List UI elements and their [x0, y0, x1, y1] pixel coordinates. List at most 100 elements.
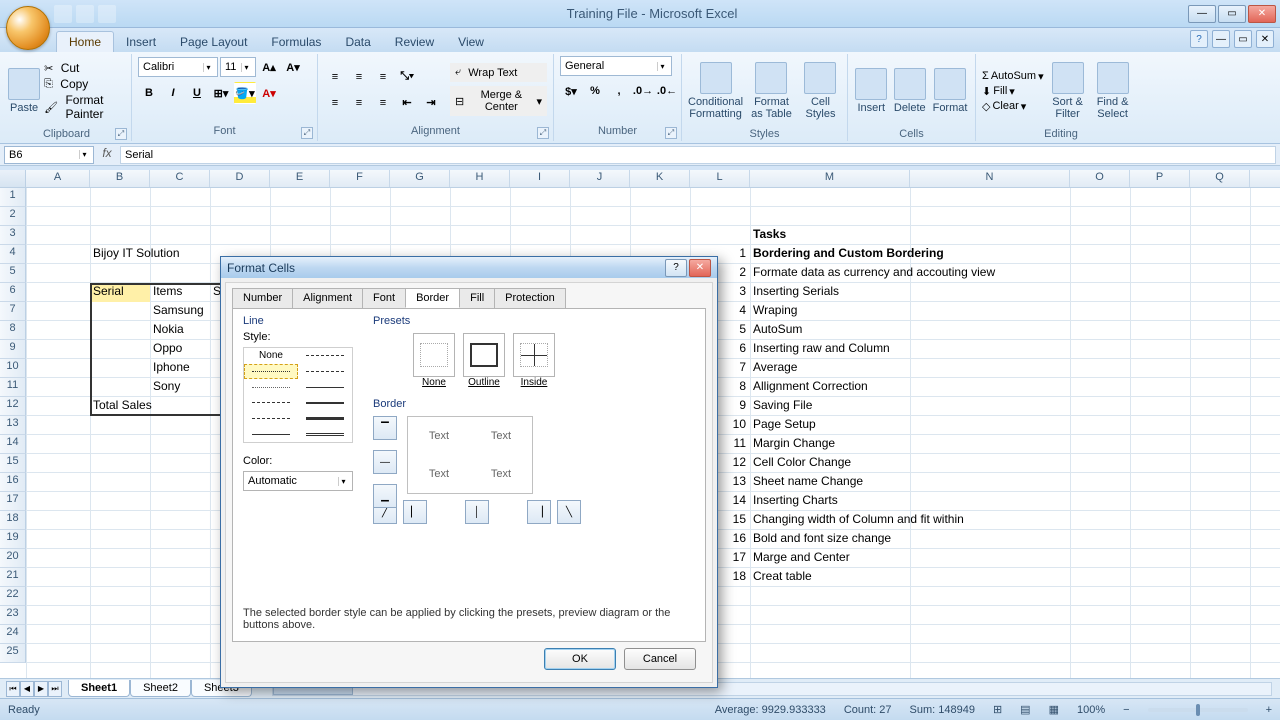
- ribbon-restore-button[interactable]: ▭: [1234, 30, 1252, 48]
- border-preview[interactable]: Text Text Text Text: [407, 416, 533, 494]
- percent-button[interactable]: %: [584, 80, 606, 102]
- row-header[interactable]: 24: [0, 625, 26, 644]
- border-hmid-toggle[interactable]: —: [373, 450, 397, 474]
- cell[interactable]: Sheet name Change: [750, 473, 1150, 492]
- border-button[interactable]: ⊞▾: [210, 82, 232, 104]
- row-header[interactable]: 3: [0, 226, 26, 245]
- ribbon-close-button[interactable]: ✕: [1256, 30, 1274, 48]
- dialog-tab-border[interactable]: Border: [405, 288, 460, 308]
- column-header[interactable]: N: [910, 170, 1070, 187]
- align-right-button[interactable]: ≡: [372, 92, 394, 114]
- sheet-tab-1[interactable]: Sheet1: [68, 680, 130, 697]
- font-color-button[interactable]: A▾: [258, 82, 280, 104]
- sheet-nav-first[interactable]: ⏮: [6, 681, 20, 697]
- border-left-toggle[interactable]: ▏: [403, 500, 427, 524]
- underline-button[interactable]: U: [186, 82, 208, 104]
- sheet-nav-next[interactable]: ▶: [34, 681, 48, 697]
- comma-button[interactable]: ,: [608, 80, 630, 102]
- qat-redo-icon[interactable]: [98, 5, 116, 23]
- cell[interactable]: Formate data as currency and accouting v…: [750, 264, 1150, 283]
- tab-insert[interactable]: Insert: [114, 32, 168, 52]
- sort-filter-button[interactable]: Sort & Filter: [1048, 56, 1088, 126]
- row-header[interactable]: 19: [0, 530, 26, 549]
- row-header[interactable]: 9: [0, 340, 26, 359]
- row-header[interactable]: 21: [0, 568, 26, 587]
- row-header[interactable]: 15: [0, 454, 26, 473]
- tab-home[interactable]: Home: [56, 31, 114, 52]
- cell[interactable]: Marge and Center: [750, 549, 1150, 568]
- cell[interactable]: Cell Color Change: [750, 454, 1150, 473]
- row-header[interactable]: 10: [0, 359, 26, 378]
- alignment-launcher[interactable]: ⤢: [537, 127, 549, 139]
- row-header[interactable]: 23: [0, 606, 26, 625]
- number-format-combo[interactable]: General▾: [560, 56, 672, 76]
- cut-button[interactable]: ✂ Cut: [44, 61, 125, 75]
- view-break-icon[interactable]: ▦: [1049, 703, 1059, 716]
- dialog-help-button[interactable]: ?: [665, 259, 687, 277]
- cell[interactable]: Saving File: [750, 397, 1150, 416]
- formula-input[interactable]: Serial: [120, 146, 1276, 164]
- dialog-tab-number[interactable]: Number: [232, 288, 293, 308]
- decrease-indent-button[interactable]: ⇤: [396, 92, 418, 114]
- column-header[interactable]: B: [90, 170, 150, 187]
- tab-page-layout[interactable]: Page Layout: [168, 32, 259, 52]
- row-header[interactable]: 8: [0, 321, 26, 340]
- border-right-toggle[interactable]: ▕: [527, 500, 551, 524]
- format-as-table-button[interactable]: Format as Table: [747, 56, 796, 126]
- italic-button[interactable]: I: [162, 82, 184, 104]
- select-all-button[interactable]: [0, 170, 26, 187]
- column-header[interactable]: J: [570, 170, 630, 187]
- row-header[interactable]: 25: [0, 644, 26, 663]
- row-header[interactable]: 5: [0, 264, 26, 283]
- merge-center-button[interactable]: ⊟ Merge & Center ▾: [450, 86, 547, 116]
- cell[interactable]: Changing width of Column and fit within: [750, 511, 1150, 530]
- conditional-formatting-button[interactable]: Conditional Formatting: [688, 56, 743, 126]
- copy-button[interactable]: ⎘ Copy: [44, 77, 125, 91]
- zoom-slider[interactable]: [1148, 708, 1248, 712]
- fill-color-button[interactable]: 🪣▾: [234, 82, 256, 104]
- column-header[interactable]: F: [330, 170, 390, 187]
- maximize-button[interactable]: ▭: [1218, 5, 1246, 23]
- insert-cells-button[interactable]: Insert: [854, 56, 889, 126]
- wrap-text-button[interactable]: ⤶ Wrap Text: [450, 63, 547, 82]
- row-header[interactable]: 12: [0, 397, 26, 416]
- preset-inside-button[interactable]: [513, 333, 555, 377]
- increase-decimal-button[interactable]: .0→: [632, 80, 654, 102]
- cell[interactable]: AutoSum: [750, 321, 1150, 340]
- minimize-button[interactable]: —: [1188, 5, 1216, 23]
- column-header[interactable]: I: [510, 170, 570, 187]
- cell[interactable]: Bold and font size change: [750, 530, 1150, 549]
- row-header[interactable]: 20: [0, 549, 26, 568]
- align-center-button[interactable]: ≡: [348, 92, 370, 114]
- cell[interactable]: Allignment Correction: [750, 378, 1150, 397]
- shrink-font-button[interactable]: A▾: [282, 56, 304, 78]
- align-left-button[interactable]: ≡: [324, 92, 346, 114]
- border-top-toggle[interactable]: ▔: [373, 416, 397, 440]
- border-bottom-toggle[interactable]: ▁: [373, 484, 397, 508]
- format-cells-button[interactable]: Format: [931, 56, 969, 126]
- font-launcher[interactable]: ⤢: [301, 127, 313, 139]
- row-header[interactable]: 22: [0, 587, 26, 606]
- name-box[interactable]: B6▾: [4, 146, 94, 164]
- line-style-selector[interactable]: None: [243, 347, 353, 443]
- column-header[interactable]: E: [270, 170, 330, 187]
- column-header[interactable]: O: [1070, 170, 1130, 187]
- cell[interactable]: Inserting Serials: [750, 283, 1150, 302]
- view-normal-icon[interactable]: ⊞: [993, 703, 1002, 716]
- cell[interactable]: Average: [750, 359, 1150, 378]
- grow-font-button[interactable]: A▴: [258, 56, 280, 78]
- ok-button[interactable]: OK: [544, 648, 616, 670]
- tab-formulas[interactable]: Formulas: [259, 32, 333, 52]
- paste-button[interactable]: Paste: [8, 56, 40, 126]
- border-color-combo[interactable]: Automatic▾: [243, 471, 353, 491]
- column-header[interactable]: D: [210, 170, 270, 187]
- row-header[interactable]: 4: [0, 245, 26, 264]
- column-header[interactable]: A: [26, 170, 90, 187]
- row-header[interactable]: 1: [0, 188, 26, 207]
- office-button[interactable]: [6, 6, 50, 50]
- format-painter-button[interactable]: 🖌 Format Painter: [44, 93, 125, 121]
- align-top-button[interactable]: ≡: [324, 66, 346, 88]
- cell[interactable]: Page Setup: [750, 416, 1150, 435]
- column-header[interactable]: H: [450, 170, 510, 187]
- font-size-combo[interactable]: 11▾: [220, 57, 256, 77]
